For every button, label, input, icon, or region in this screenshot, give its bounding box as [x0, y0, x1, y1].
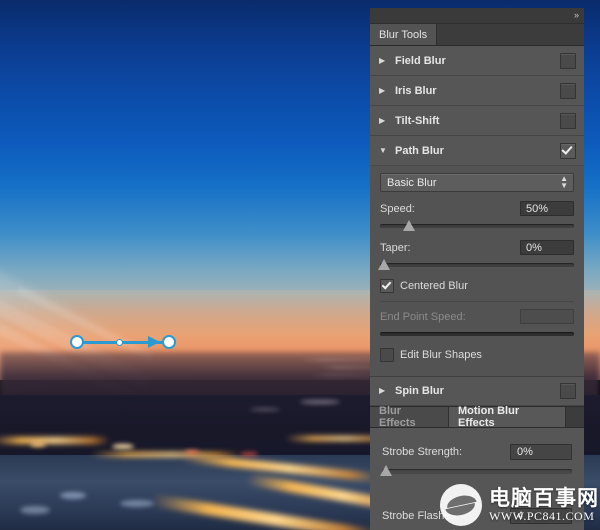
spin-blur-checkbox[interactable] — [560, 383, 576, 399]
speed-slider[interactable] — [380, 220, 574, 232]
disclosure-triangle-icon[interactable]: ▶ — [379, 117, 391, 125]
centered-blur-row[interactable]: Centered Blur — [380, 279, 574, 293]
path-blur-midpoint-handle[interactable] — [116, 339, 123, 346]
panel-title-bar: » — [370, 8, 584, 24]
path-blur-end-handle[interactable] — [162, 335, 176, 349]
effects-tab-strip: Blur Effects Motion Blur Effects — [370, 406, 584, 428]
collapse-panel-icon[interactable]: » — [574, 9, 578, 22]
section-divider — [380, 301, 574, 302]
city-light — [112, 444, 134, 449]
blur-row-label: Iris Blur — [391, 85, 560, 97]
blur-streak — [300, 358, 380, 361]
blur-row-label: Tilt-Shift — [391, 115, 560, 127]
iris-blur-checkbox[interactable] — [560, 83, 576, 99]
city-light — [60, 492, 86, 499]
path-blur-direction-arrow-icon — [148, 336, 160, 348]
end-point-speed-label: End Point Speed: — [380, 311, 466, 323]
speed-row: Speed: 50% — [380, 201, 574, 216]
city-light — [185, 450, 199, 454]
strobe-flashes-value-field[interactable]: 4 — [510, 508, 572, 524]
centered-blur-checkbox[interactable] — [380, 279, 394, 293]
speed-label: Speed: — [380, 203, 415, 215]
path-blur-start-handle[interactable] — [70, 335, 84, 349]
app-root: » Blur Tools ▶ Field Blur ▶ Iris Blur ▶ … — [0, 0, 600, 530]
blur-tools-panel: » Blur Tools ▶ Field Blur ▶ Iris Blur ▶ … — [370, 8, 584, 530]
tab-motion-blur-effects[interactable]: Motion Blur Effects — [449, 407, 566, 427]
disclosure-triangle-icon[interactable]: ▼ — [379, 147, 391, 155]
taper-slider-track[interactable] — [380, 263, 574, 267]
taper-row: Taper: 0% — [380, 240, 574, 255]
end-point-speed-slider-track — [380, 332, 574, 336]
taper-slider[interactable] — [380, 259, 574, 271]
strobe-flashes-row: Strobe Flashes: 4 — [382, 508, 572, 524]
edit-blur-shapes-label: Edit Blur Shapes — [400, 349, 482, 361]
disclosure-triangle-icon[interactable]: ▶ — [379, 57, 391, 65]
blur-row-tilt-shift[interactable]: ▶ Tilt-Shift — [370, 106, 584, 136]
blur-row-spin-blur[interactable]: ▶ Spin Blur — [370, 376, 584, 406]
motion-blur-effects-body: Strobe Strength: 0% Strobe Flashes: 4 — [370, 428, 584, 530]
strobe-strength-value-field[interactable]: 0% — [510, 444, 572, 460]
edit-blur-shapes-row[interactable]: Edit Blur Shapes — [380, 348, 574, 362]
speed-slider-thumb[interactable] — [403, 220, 415, 231]
strobe-strength-slider-thumb[interactable] — [380, 465, 392, 476]
effects-tab-filler — [566, 407, 584, 427]
tilt-shift-checkbox[interactable] — [560, 113, 576, 129]
blur-row-label: Path Blur — [391, 145, 560, 157]
strobe-strength-row: Strobe Strength: 0% — [382, 444, 572, 460]
strobe-strength-slider[interactable] — [382, 465, 572, 478]
end-point-speed-row: End Point Speed: — [380, 309, 574, 324]
taper-label: Taper: — [380, 242, 411, 254]
field-blur-checkbox[interactable] — [560, 53, 576, 69]
blur-row-path-blur[interactable]: ▼ Path Blur — [370, 136, 584, 166]
blur-row-field-blur[interactable]: ▶ Field Blur — [370, 46, 584, 76]
city-light — [20, 506, 50, 514]
strobe-strength-label: Strobe Strength: — [382, 446, 462, 458]
strobe-strength-slider-track[interactable] — [382, 469, 572, 474]
city-light — [250, 408, 280, 411]
taper-value-field[interactable]: 0% — [520, 240, 574, 255]
path-blur-checkbox[interactable] — [560, 143, 576, 159]
city-light — [300, 400, 340, 404]
blur-preset-select[interactable]: Basic Blur ▲▼ — [380, 173, 574, 192]
city-light — [120, 500, 154, 507]
path-blur-control[interactable] — [70, 334, 180, 352]
tab-blur-tools[interactable]: Blur Tools — [370, 24, 437, 45]
disclosure-triangle-icon[interactable]: ▶ — [379, 87, 391, 95]
centered-blur-label: Centered Blur — [400, 280, 468, 292]
strobe-flashes-label: Strobe Flashes: — [382, 510, 459, 522]
city-light-trail — [0, 437, 110, 444]
blur-row-iris-blur[interactable]: ▶ Iris Blur — [370, 76, 584, 106]
panel-tab-strip: Blur Tools — [370, 24, 584, 46]
taper-slider-thumb[interactable] — [378, 259, 390, 270]
speed-value-field[interactable]: 50% — [520, 201, 574, 216]
tab-blur-effects[interactable]: Blur Effects — [370, 407, 449, 427]
edit-blur-shapes-checkbox[interactable] — [380, 348, 394, 362]
spinner-arrows-icon[interactable]: ▲▼ — [560, 175, 568, 189]
city-light — [30, 442, 46, 447]
disclosure-triangle-icon[interactable]: ▶ — [379, 387, 391, 395]
blur-row-label: Spin Blur — [391, 385, 560, 397]
blur-row-label: Field Blur — [391, 55, 560, 67]
city-light — [240, 452, 258, 456]
end-point-speed-value-field — [520, 309, 574, 324]
end-point-speed-slider — [380, 328, 574, 340]
path-blur-controls: Basic Blur ▲▼ Speed: 50% Taper: 0% — [370, 166, 584, 376]
blur-preset-value: Basic Blur — [387, 177, 437, 189]
tab-strip-filler — [437, 24, 584, 45]
